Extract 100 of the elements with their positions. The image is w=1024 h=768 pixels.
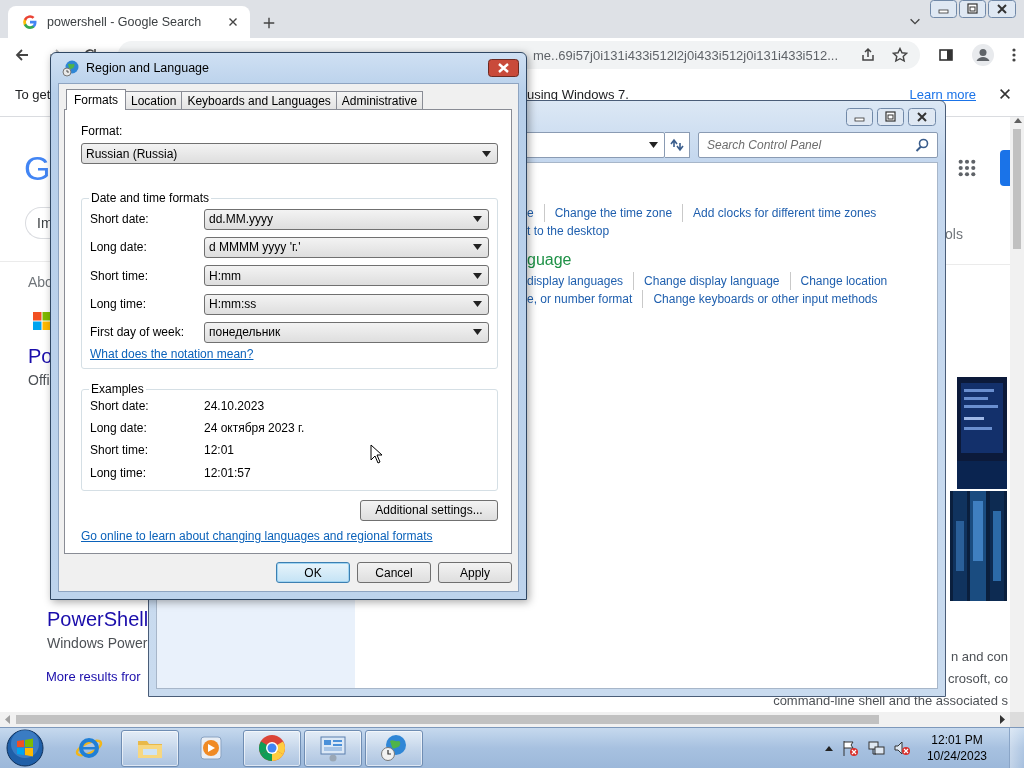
scrollbar-thumb[interactable]: [1013, 129, 1021, 249]
taskbar-button[interactable]: [121, 729, 179, 767]
dropdown[interactable]: dd.MM.yyyy: [204, 208, 489, 230]
dropdown-arrow-icon[interactable]: [649, 142, 658, 148]
result-link[interactable]: PowerShell: [47, 606, 148, 632]
notation-link[interactable]: What does the notation mean?: [90, 347, 254, 362]
field-label: Long date:: [90, 240, 148, 255]
google-icon: [22, 14, 38, 30]
task-link[interactable]: Add clocks for different time zones: [693, 204, 887, 222]
dialog-button[interactable]: Apply: [438, 562, 512, 583]
example-value: 12:01:57: [204, 465, 251, 480]
example-label: Short date:: [90, 398, 149, 413]
dropdown[interactable]: Russian (Russia): [81, 143, 498, 164]
chrome-icon: [257, 733, 287, 763]
result-url: Offi: [28, 372, 50, 388]
dropdown[interactable]: понедельник: [204, 321, 489, 343]
star-icon[interactable]: [892, 47, 908, 63]
learn-more-link[interactable]: Learn more: [909, 86, 976, 102]
taskbar-button[interactable]: [365, 729, 423, 767]
globe-icon: [62, 59, 80, 77]
example-label: Long date:: [90, 420, 147, 435]
maximize-button[interactable]: [877, 107, 904, 126]
refresh-button[interactable]: [665, 132, 690, 158]
help-link[interactable]: Go online to learn about changing languages and regional formats: [81, 527, 433, 544]
dropdown[interactable]: H:mm:ss: [204, 293, 489, 315]
cursor-icon: [370, 444, 383, 464]
example-value: 24.10.2023: [204, 398, 265, 413]
task-link[interactable]: t to the desktop: [527, 222, 620, 240]
control-panel-icon: [318, 733, 348, 763]
info-text: To get: [15, 86, 51, 102]
additional-settings-button[interactable]: Additional settings...: [360, 499, 498, 521]
scrollbar-corner: [1010, 712, 1024, 727]
close-button[interactable]: [908, 107, 936, 126]
close-icon[interactable]: [998, 87, 1012, 101]
maximize-button[interactable]: [959, 0, 986, 18]
back-icon[interactable]: [14, 47, 30, 63]
flag-icon[interactable]: [840, 739, 859, 757]
field-label: First day of week:: [90, 325, 186, 340]
profile-icon[interactable]: [972, 44, 994, 66]
example-value: 12:01: [204, 443, 235, 458]
refresh-icon: [669, 138, 685, 152]
taskbar-button[interactable]: [243, 729, 301, 767]
task-link[interactable]: Change location: [800, 272, 898, 290]
browser-tab[interactable]: powershell - Google Search: [8, 6, 250, 38]
category-heading[interactable]: guage: [527, 249, 908, 271]
panel-text: crosoft, co: [948, 670, 1008, 688]
start-button[interactable]: [6, 729, 44, 767]
dialog-button[interactable]: OK: [276, 562, 350, 583]
result-snippet: Windows Power: [47, 635, 148, 651]
minimize-button[interactable]: [930, 0, 957, 18]
example-label: Short time:: [90, 443, 149, 458]
tab[interactable]: Administrative: [335, 91, 424, 109]
side-panel-icon[interactable]: [938, 47, 954, 63]
field-label: Short date:: [90, 212, 150, 227]
field-label: Short time:: [90, 268, 150, 283]
globe-clock-icon: [379, 733, 409, 763]
network-icon[interactable]: [866, 739, 885, 757]
share-icon[interactable]: [860, 47, 876, 63]
group-label: Date and time formats: [90, 191, 211, 205]
dropdown-arrow-icon: [473, 272, 482, 279]
dropdown[interactable]: d MMMM yyyy 'г.': [204, 236, 489, 258]
dropdown-arrow-icon: [473, 244, 482, 251]
field-label: Long time:: [90, 297, 148, 312]
more-results-link[interactable]: More results fror: [46, 669, 141, 684]
dropdown[interactable]: H:mm: [204, 265, 489, 287]
show-hidden-icons-icon[interactable]: [824, 745, 833, 751]
windows-logo-icon: [33, 312, 51, 330]
apps-grid-icon[interactable]: [958, 159, 976, 177]
field-label: Format:: [81, 124, 124, 138]
example-value: 24 октября 2023 г.: [204, 420, 305, 435]
window-title: Region and Language: [86, 61, 211, 75]
tools-tab[interactable]: ols: [945, 226, 963, 242]
close-button[interactable]: [488, 59, 519, 77]
scrollbar-thumb[interactable]: [16, 715, 879, 724]
new-tab-icon[interactable]: [262, 16, 276, 30]
speaker-muted-icon[interactable]: [892, 739, 911, 757]
minimize-button[interactable]: [846, 107, 873, 126]
dropdown-arrow-icon: [473, 329, 482, 336]
dropdown-arrow-icon: [482, 150, 491, 157]
taskbar-button[interactable]: [304, 729, 362, 767]
clock[interactable]: 12:01 PM 10/24/2023: [926, 732, 987, 764]
task-link[interactable]: Change the time zone: [554, 204, 684, 222]
task-link[interactable]: Change keyboards or other input methods: [653, 290, 888, 308]
search-icon: [915, 138, 929, 152]
tab[interactable]: Formats: [66, 89, 126, 110]
dropdown-arrow-icon: [473, 216, 482, 223]
search-field[interactable]: Search Control Panel: [698, 132, 938, 158]
scroll-up-icon[interactable]: [1012, 117, 1022, 123]
tab[interactable]: Keyboards and Languages: [181, 91, 337, 109]
menu-icon[interactable]: [1012, 47, 1016, 63]
example-label: Long time:: [90, 465, 147, 480]
group-label: Examples: [90, 382, 145, 397]
task-link[interactable]: Change display language: [644, 272, 791, 290]
dropdown-arrow-icon: [473, 301, 482, 308]
panel-text: command-line shell and the associated s: [773, 692, 1008, 710]
scroll-right-icon[interactable]: [1000, 715, 1006, 724]
panel-text: n and con: [950, 648, 1008, 666]
close-button[interactable]: [988, 0, 1016, 18]
tab[interactable]: Location: [125, 91, 183, 109]
dialog-button[interactable]: Cancel: [357, 562, 431, 583]
